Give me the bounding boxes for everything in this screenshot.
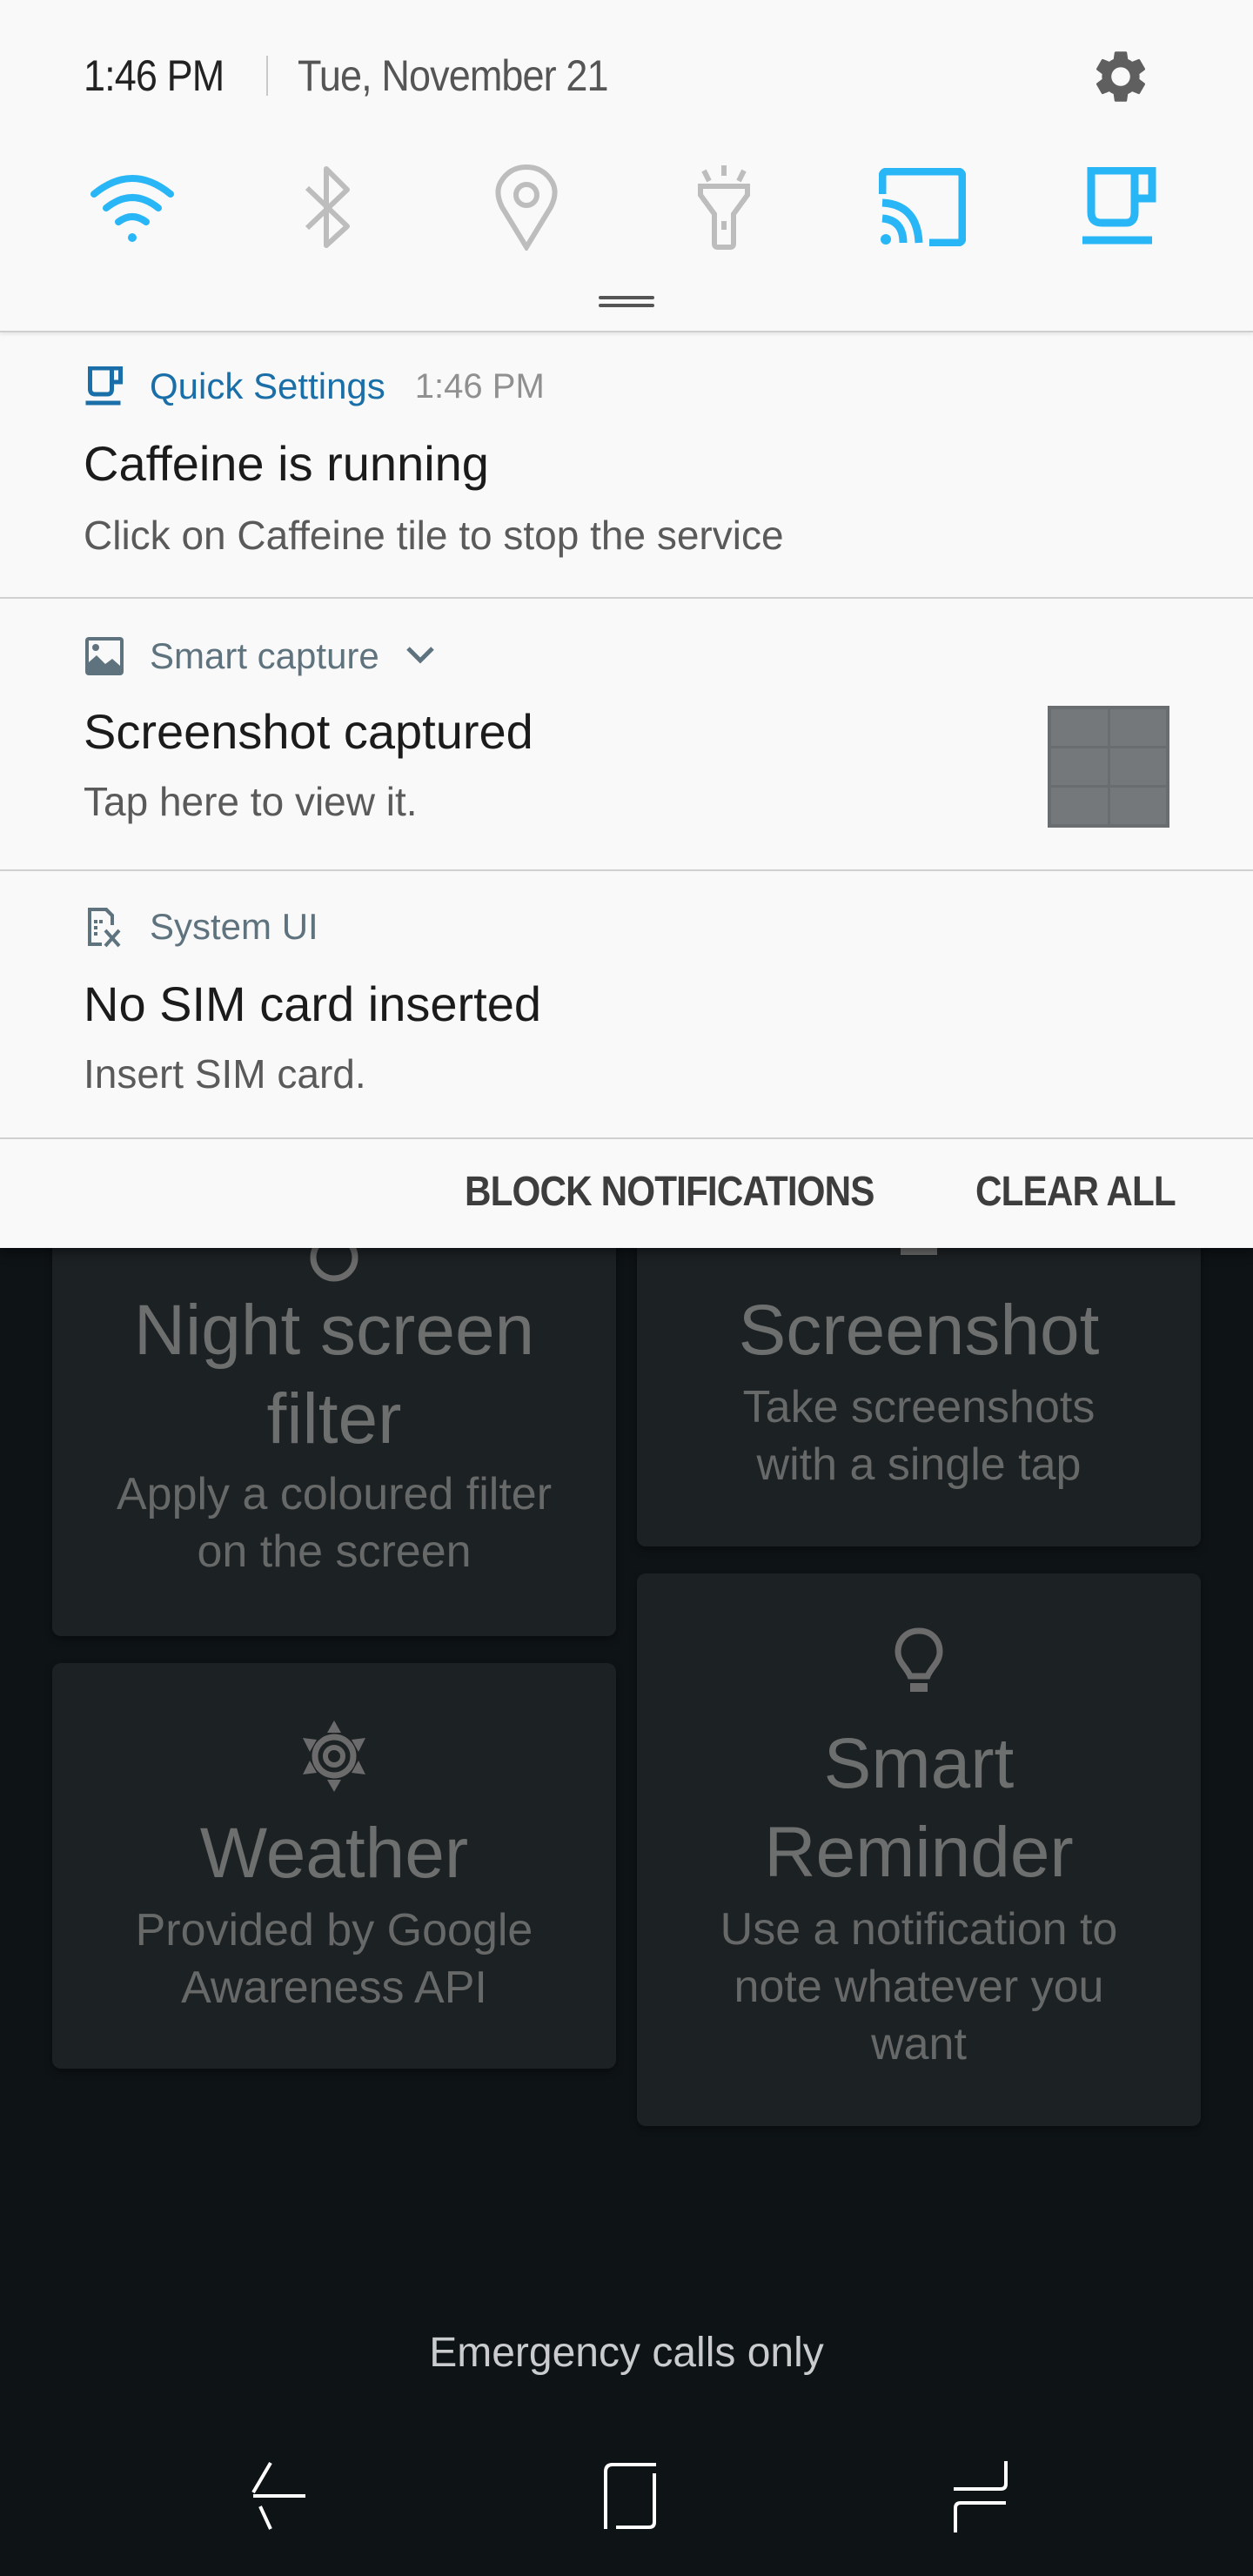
toggle-caffeine[interactable] xyxy=(1072,165,1168,252)
emergency-calls-status: Emergency calls only xyxy=(429,2330,824,2376)
no-sim-icon xyxy=(84,906,125,948)
notification-quick-settings[interactable]: Quick Settings 1:46 PM Caffeine is runni… xyxy=(0,332,1253,598)
bluetooth-icon xyxy=(302,165,354,253)
date[interactable]: Tue, November 21 xyxy=(298,50,609,101)
toggle-bluetooth[interactable] xyxy=(280,165,376,252)
toggle-location[interactable] xyxy=(479,164,574,255)
tile-title-line: Night screen xyxy=(133,1291,535,1370)
notification-actions: BLOCK NOTIFICATIONS CLEAR ALL xyxy=(0,1138,1253,1248)
home-button[interactable] xyxy=(579,2454,683,2541)
wifi-icon xyxy=(89,168,176,251)
tile-subtitle-line: Take screenshots xyxy=(742,1382,1096,1432)
header-separator xyxy=(266,56,268,96)
block-notifications-button[interactable]: BLOCK NOTIFICATIONS xyxy=(465,1168,874,1216)
back-button[interactable] xyxy=(228,2454,332,2541)
chevron-down-icon[interactable] xyxy=(405,645,435,668)
lightbulb-icon xyxy=(893,1626,945,1703)
flashlight-icon xyxy=(695,164,753,255)
tile-title-line: Weather xyxy=(199,1814,469,1893)
gear-icon xyxy=(1089,51,1152,111)
tile-title-line: Smart xyxy=(823,1724,1015,1803)
notification-system-ui[interactable]: System UI No SIM card inserted Insert SI… xyxy=(0,871,1253,1138)
toggle-flashlight[interactable] xyxy=(676,164,772,255)
recents-button[interactable] xyxy=(928,2454,1033,2541)
toggle-cast[interactable] xyxy=(874,165,970,252)
app-name: Quick Settings xyxy=(150,366,385,406)
screenshot-thumbnail[interactable] xyxy=(1048,706,1169,828)
notification-body: Tap here to view it. xyxy=(84,779,418,824)
cast-icon xyxy=(878,167,967,251)
coffee-cup-icon xyxy=(1081,166,1159,252)
tile-subtitle-line: with a single tap xyxy=(756,1439,1082,1490)
notification-smart-capture[interactable]: Smart capture Screenshot captured Tap he… xyxy=(0,599,1253,870)
navigation-bar xyxy=(0,2437,1253,2559)
tile-title-line: Reminder xyxy=(764,1813,1074,1892)
notification-title: No SIM card inserted xyxy=(84,976,541,1031)
tile-subtitle-line: Provided by Google xyxy=(135,1905,533,1955)
tile-subtitle-line: Awareness API xyxy=(181,1962,487,2013)
tile-subtitle-line: Apply a coloured filter xyxy=(116,1469,553,1519)
notification-body: Insert SIM card. xyxy=(84,1051,366,1097)
tile-subtitle-line: Use a notification to xyxy=(720,1904,1118,1955)
tile-subtitle-line: note whatever you xyxy=(734,1962,1104,2012)
app-name: System UI xyxy=(150,906,318,947)
weather-sun-icon xyxy=(299,1717,369,1800)
clock: 1:46 PM xyxy=(84,51,224,100)
clear-all-button[interactable]: CLEAR ALL xyxy=(975,1168,1176,1216)
recents-icon xyxy=(950,2459,1011,2537)
toggle-wifi[interactable] xyxy=(84,165,180,252)
settings-button[interactable] xyxy=(1089,45,1152,108)
tile-weather[interactable]: Weather Provided by Google Awareness API xyxy=(52,1663,616,2069)
location-icon xyxy=(493,164,559,255)
app-name: Smart capture xyxy=(150,635,379,676)
image-icon xyxy=(84,635,125,677)
tile-title-line: filter xyxy=(266,1379,402,1459)
notification-panel: 1:46 PM Tue, November 21 Quick Settings … xyxy=(0,0,1253,1248)
notification-time: 1:46 PM xyxy=(414,366,545,406)
panel-expand-handle[interactable] xyxy=(599,296,654,308)
tile-subtitle-line: want xyxy=(871,2019,967,2070)
tile-title-line: Screenshot xyxy=(738,1291,1100,1370)
notification-body: Click on Caffeine tile to stop the servi… xyxy=(84,513,784,558)
notification-title: Screenshot captured xyxy=(84,704,533,759)
coffee-cup-icon xyxy=(84,366,125,407)
notification-title: Caffeine is running xyxy=(84,436,489,491)
tile-smart-reminder[interactable]: Smart Reminder Use a notification to not… xyxy=(637,1573,1201,2126)
home-icon xyxy=(600,2461,661,2535)
tile-subtitle-line: on the screen xyxy=(197,1526,472,1577)
back-icon xyxy=(250,2461,311,2535)
